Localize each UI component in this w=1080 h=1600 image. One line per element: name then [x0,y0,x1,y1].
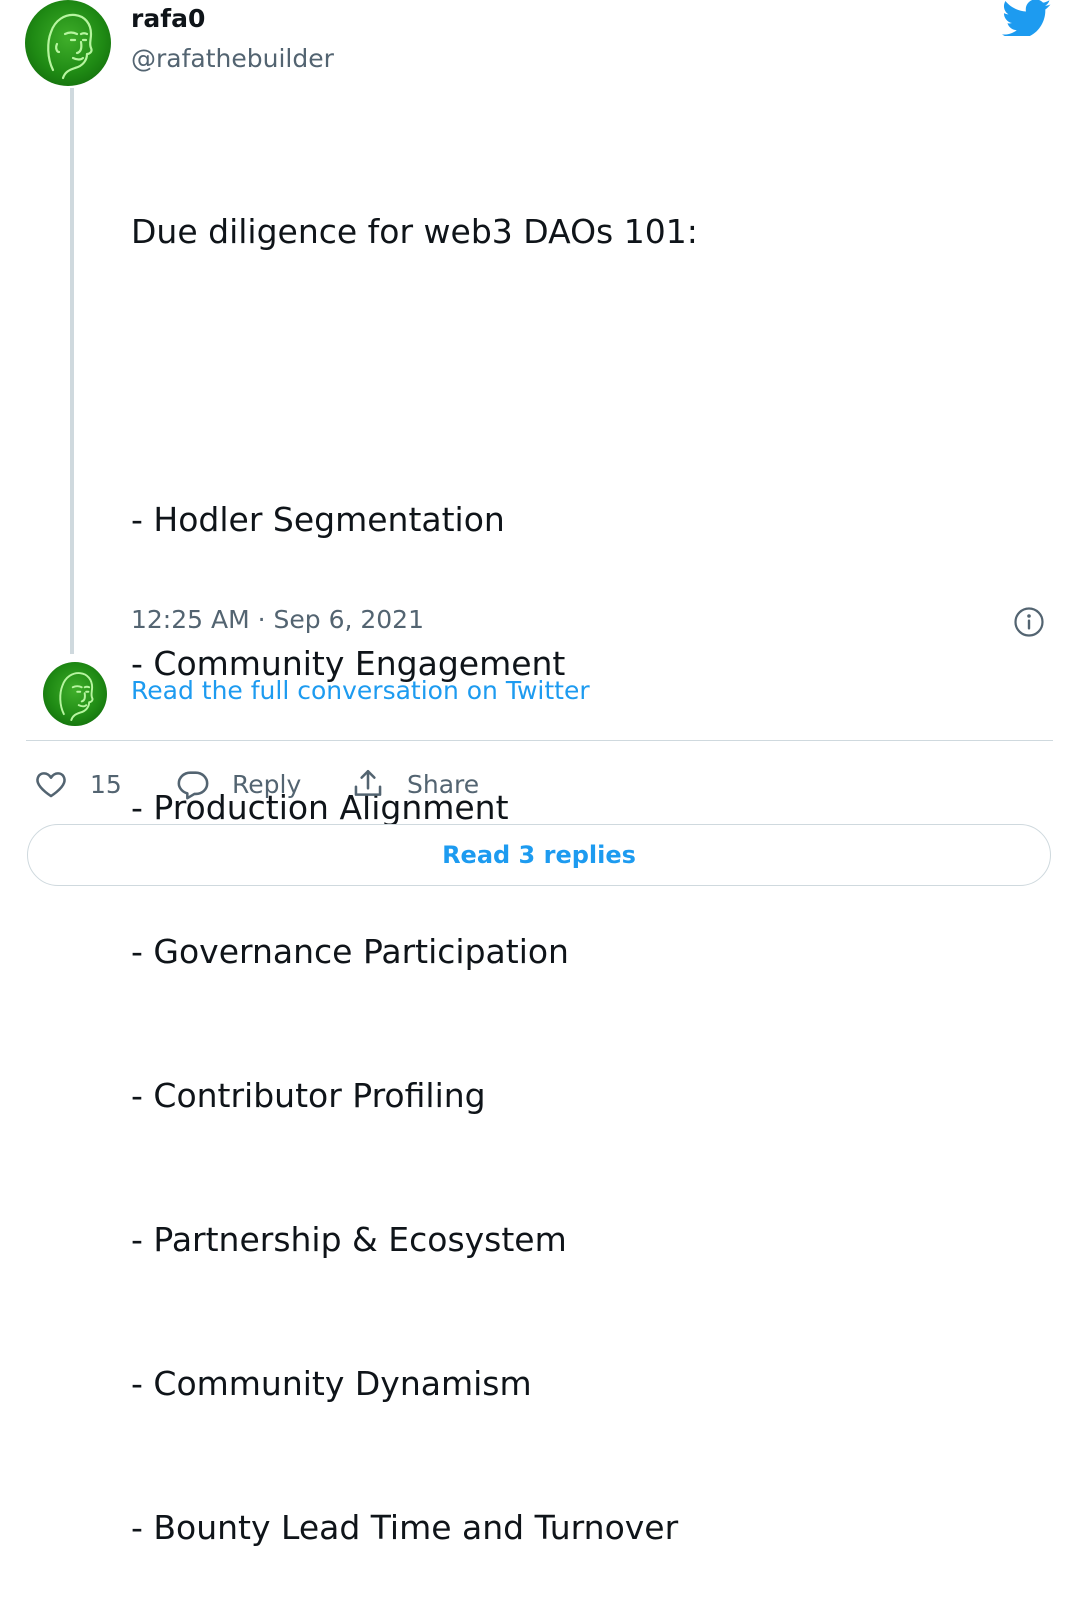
tweet-line: Due diligence for web3 DAOs 101: [131,212,698,251]
like-count: 15 [90,769,122,799]
avatar[interactable] [25,0,111,86]
tweet-line: - Hodler Segmentation [131,500,505,539]
read-full-conversation-link[interactable]: Read the full conversation on Twitter [131,676,590,705]
thread-connector-line [70,88,74,654]
reply-label: Reply [232,769,302,799]
tweet-line: - Contributor Profiling [131,1076,486,1115]
tweet-line: - Community Dynamism [131,1364,532,1403]
info-icon[interactable] [1013,606,1045,638]
green-face-avatar-icon [59,672,94,722]
author-handle[interactable]: @rafathebuilder [131,44,334,73]
author-display-name[interactable]: rafa0 [131,4,205,33]
tweet-line: - Bounty Lead Time and Turnover [131,1508,679,1547]
share-button[interactable]: Share [351,762,479,806]
like-button[interactable]: 15 [34,762,122,806]
heart-icon [36,772,66,798]
tweet-line: - Partnership & Ecosystem [131,1220,567,1259]
reply-button[interactable]: Reply [176,762,301,806]
twitter-bird-icon[interactable] [1002,0,1052,36]
read-replies-button[interactable]: Read 3 replies [27,824,1051,886]
share-upload-icon [354,769,382,796]
reply-bubble-icon [177,771,209,800]
divider [26,740,1053,741]
tweet-timestamp[interactable]: 12:25 AM · Sep 6, 2021 [131,605,424,634]
tweet-line: - Governance Participation [131,932,569,971]
avatar-small[interactable] [43,662,107,726]
green-face-avatar-icon [47,13,93,80]
tweet-line [131,352,698,400]
share-label: Share [407,769,480,799]
